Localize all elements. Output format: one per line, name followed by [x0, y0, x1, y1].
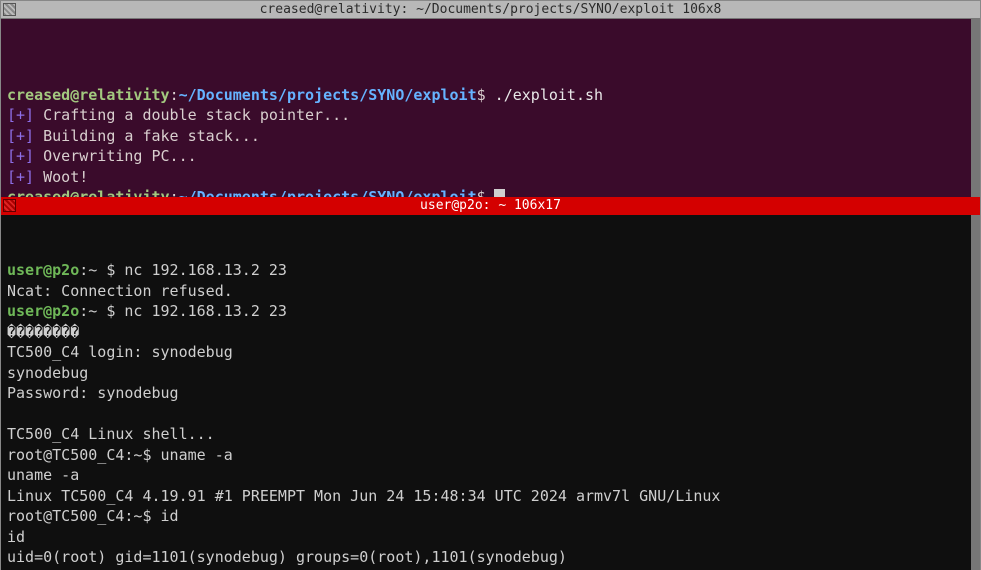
- output-line: root@TC500_C4:~$ id: [7, 507, 179, 525]
- output-text: Overwriting PC...: [34, 147, 197, 165]
- output-line: TC500_C4 Linux shell...: [7, 425, 215, 443]
- prompt-user: creased@relativity: [7, 86, 170, 104]
- marker-icon: [+]: [7, 168, 34, 186]
- output-text: Crafting a double stack pointer...: [34, 106, 350, 124]
- prompt-line-1: creased@relativity:~/Documents/projects/…: [7, 86, 603, 104]
- blank-line: [7, 241, 16, 259]
- upper-terminal-pane[interactable]: creased@relativity:~/Documents/projects/…: [1, 19, 980, 197]
- prompt-line: user@p2o:~ $ nc 192.168.13.2 23: [7, 261, 287, 279]
- prompt-line: user@p2o:~ $ nc 192.168.13.2 23: [7, 302, 287, 320]
- marker-icon: [+]: [7, 147, 34, 165]
- scrollbar[interactable]: [971, 19, 980, 197]
- output-line: Ncat: Connection refused.: [7, 282, 233, 300]
- prompt-sep: :: [170, 86, 179, 104]
- lower-terminal-pane[interactable]: user@p2o:~ $ nc 192.168.13.2 23 Ncat: Co…: [1, 215, 980, 570]
- output-line: [+] Woot!: [7, 168, 88, 186]
- output-line: uid=0(root) gid=1101(synodebug) groups=0…: [7, 548, 567, 566]
- upper-title-text: creased@relativity: ~/Documents/projects…: [260, 2, 722, 17]
- output-line: ��������: [7, 323, 79, 341]
- marker-icon: [+]: [7, 106, 34, 124]
- output-text: Woot!: [34, 168, 88, 186]
- output-line: [+] Crafting a double stack pointer...: [7, 106, 350, 124]
- blank-line: [7, 45, 16, 63]
- output-line: synodebug: [7, 364, 88, 382]
- output-line: root@TC500_C4:~$ uname -a: [7, 446, 233, 464]
- output-line: Linux TC500_C4 4.19.91 #1 PREEMPT Mon Ju…: [7, 487, 720, 505]
- prompt-rest: :~ $ nc 192.168.13.2 23: [79, 302, 287, 320]
- scrollbar[interactable]: [971, 215, 980, 570]
- output-line: TC500_C4 login: synodebug: [7, 343, 233, 361]
- prompt-user: user@p2o: [7, 261, 79, 279]
- menu-icon[interactable]: [3, 199, 16, 212]
- lower-title-text: user@p2o: ~ 106x17: [420, 198, 561, 213]
- upper-titlebar[interactable]: creased@relativity: ~/Documents/projects…: [1, 1, 980, 19]
- output-line: Password: synodebug: [7, 384, 179, 402]
- blank-line: [7, 65, 16, 83]
- output-line: uname -a: [7, 466, 79, 484]
- marker-icon: [+]: [7, 127, 34, 145]
- prompt-path: ~/Documents/projects/SYNO/exploit: [179, 86, 477, 104]
- prompt-dollar: $: [477, 86, 486, 104]
- menu-icon[interactable]: [3, 3, 16, 16]
- lower-titlebar[interactable]: user@p2o: ~ 106x17: [1, 197, 980, 215]
- prompt-rest: :~ $ nc 192.168.13.2 23: [79, 261, 287, 279]
- terminal-window: creased@relativity: ~/Documents/projects…: [0, 0, 981, 570]
- output-line: [+] Building a fake stack...: [7, 127, 260, 145]
- output-line: [+] Overwriting PC...: [7, 147, 197, 165]
- output-line: id: [7, 528, 25, 546]
- prompt-cmd: ./exploit.sh: [486, 86, 603, 104]
- prompt-user: user@p2o: [7, 302, 79, 320]
- output-text: Building a fake stack...: [34, 127, 260, 145]
